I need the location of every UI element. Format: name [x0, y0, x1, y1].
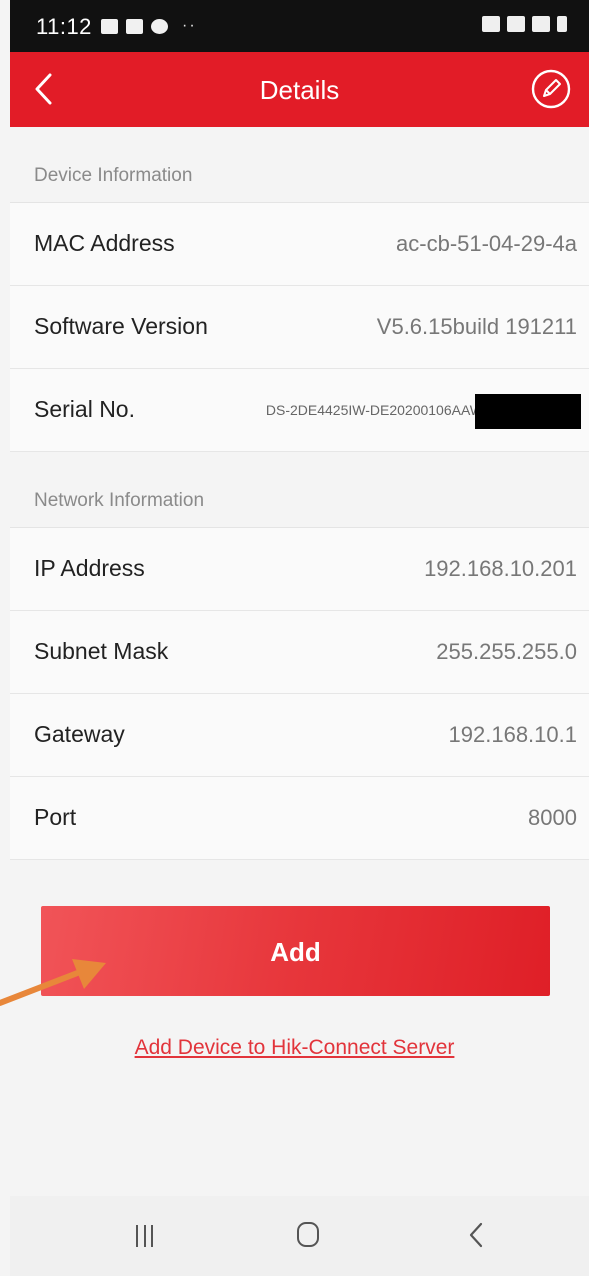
edit-pencil-icon	[531, 69, 571, 109]
row-subnet-mask: Subnet Mask 255.255.255.0	[10, 611, 589, 694]
ip-value: 192.168.10.201	[424, 556, 577, 581]
mac-label: MAC Address	[34, 230, 175, 256]
section-header-device: Device Information	[10, 127, 589, 203]
device-information-section: Device Information MAC Address ac-cb-51-…	[10, 127, 589, 452]
wifi-icon	[507, 16, 525, 32]
network-information-section: Network Information IP Address 192.168.1…	[10, 452, 589, 860]
row-port: Port 8000	[10, 777, 589, 860]
add-to-hik-connect-link[interactable]: Add Device to Hik-Connect Server	[0, 1036, 589, 1060]
section-title: Network Information	[34, 490, 205, 511]
row-serial-number: Serial No. DS-2DE4425IW-DE20200106AAW	[10, 369, 589, 452]
status-bar: 11:12 ··	[10, 0, 589, 52]
home-icon[interactable]	[297, 1222, 319, 1247]
overflow-dots: ··	[182, 17, 197, 34]
status-notification-icons: ··	[101, 17, 197, 35]
subnet-value: 255.255.255.0	[436, 639, 577, 664]
row-gateway: Gateway 192.168.10.1	[10, 694, 589, 777]
android-nav-bar	[10, 1196, 589, 1276]
section-header-network: Network Information	[10, 452, 589, 528]
port-value: 8000	[528, 805, 577, 830]
gateway-label: Gateway	[34, 721, 125, 747]
mute-icon	[482, 16, 500, 32]
gallery-icon	[101, 18, 118, 34]
app-header: Details	[10, 52, 589, 127]
section-title: Device Information	[34, 165, 193, 186]
annotation-arrow-icon	[0, 959, 106, 1006]
notification-icon	[126, 18, 143, 34]
serial-value: DS-2DE4425IW-DE20200106AAW	[265, 402, 483, 418]
port-label: Port	[34, 804, 77, 830]
mac-value: ac-cb-51-04-29-4a	[396, 231, 577, 256]
redaction-box	[475, 394, 581, 429]
page-title: Details	[259, 75, 340, 105]
subnet-label: Subnet Mask	[34, 638, 169, 664]
status-time: 11:12	[36, 14, 92, 39]
gateway-value: 192.168.10.1	[448, 722, 577, 747]
status-system-icons	[482, 16, 567, 32]
messenger-icon	[151, 18, 168, 34]
software-value: V5.6.15build 191211	[376, 314, 577, 339]
serial-label: Serial No.	[34, 396, 135, 422]
row-software-version: Software Version V5.6.15build 191211	[10, 286, 589, 369]
row-ip-address: IP Address 192.168.10.201	[10, 528, 589, 611]
app-screen: 11:12 ·· Details Device Information MAC …	[10, 0, 589, 1276]
software-label: Software Version	[34, 313, 208, 339]
signal-icon	[532, 16, 550, 32]
edit-button[interactable]	[530, 68, 572, 110]
battery-icon	[557, 16, 567, 32]
ip-label: IP Address	[34, 555, 145, 581]
back-icon[interactable]	[466, 1220, 486, 1250]
row-mac-address: MAC Address ac-cb-51-04-29-4a	[10, 203, 589, 286]
recent-apps-icon[interactable]	[136, 1225, 153, 1247]
